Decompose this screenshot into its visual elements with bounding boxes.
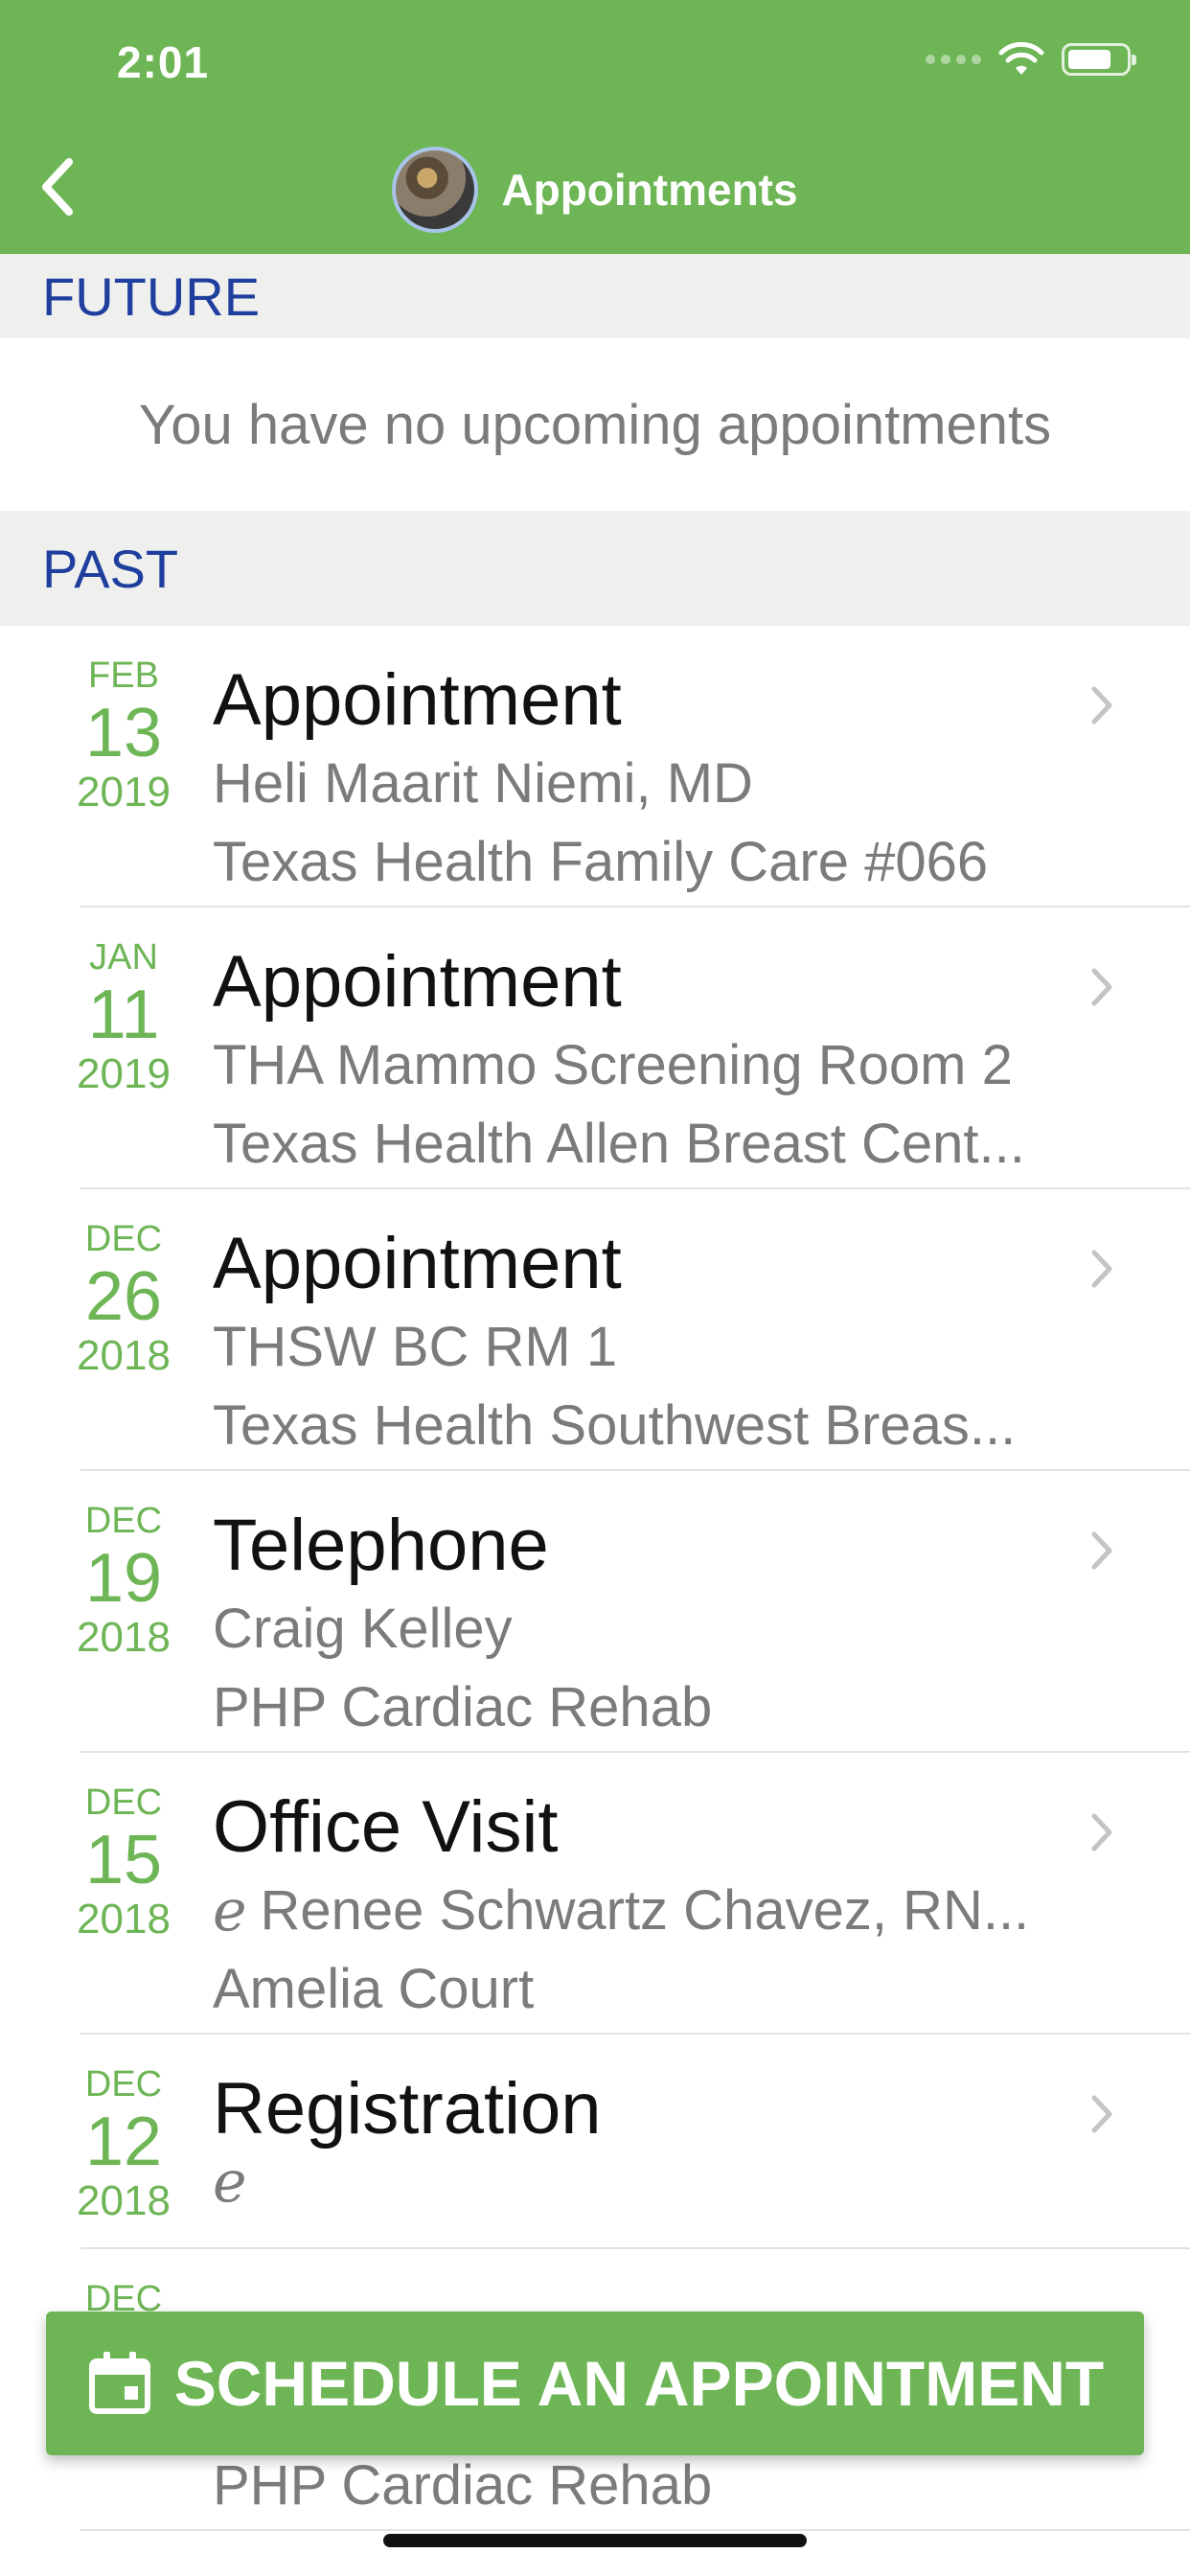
appointment-provider: THSW BC RM 1: [213, 1316, 618, 1378]
wifi-icon: [998, 42, 1044, 75]
date-month: DEC: [84, 1501, 163, 1541]
appointment-row[interactable]: DEC 15 2018 Office Visit e Renee Schwart…: [0, 1753, 1190, 2035]
date-day: 12: [84, 2104, 163, 2180]
schedule-button-label: SCHEDULE AN APPOINTMENT: [173, 2348, 1105, 2419]
chevron-right-icon: [1091, 1813, 1112, 1852]
app-header: 2:01 Appointments: [0, 0, 1190, 254]
date-day: 11: [87, 977, 160, 1053]
chevron-right-icon: [1091, 968, 1112, 1006]
schedule-appointment-button[interactable]: SCHEDULE AN APPOINTMENT: [46, 2312, 1144, 2455]
section-header-past: PAST: [0, 511, 1190, 626]
date-year: 2019: [77, 769, 171, 816]
status-time: 2:01: [117, 37, 210, 87]
date-month: DEC: [84, 1219, 163, 1259]
nav-title-group: Appointments: [0, 144, 1190, 236]
date-year: 2018: [77, 1332, 171, 1379]
appointment-provider: Craig Kelley: [213, 1598, 513, 1660]
chevron-right-icon: [1091, 1531, 1112, 1570]
appointment-type: Registration: [213, 2068, 602, 2150]
appointment-date: DEC 12 2018: [71, 2063, 176, 2224]
appointment-row[interactable]: FEB 13 2019 Appointment Heli Maarit Niem…: [0, 626, 1190, 908]
calendar-icon: [88, 2352, 150, 2414]
page-title: Appointments: [501, 165, 798, 215]
date-day: 26: [84, 1258, 163, 1335]
appointment-location: Texas Health Allen Breast Cent...: [213, 1113, 1025, 1175]
appointment-date: DEC 26 2018: [71, 1218, 176, 1379]
appointment-type: Appointment: [213, 659, 622, 741]
chevron-right-icon: [1091, 686, 1112, 724]
home-indicator[interactable]: [383, 2534, 807, 2547]
appointment-row[interactable]: DEC 12 2018 Registration e: [0, 2035, 1190, 2249]
e-visit-icon: e: [213, 2153, 247, 2211]
appointment-location: PHP Cardiac Rehab: [213, 1676, 713, 1738]
appointment-row[interactable]: JAN 11 2019 Appointment THA Mammo Screen…: [0, 908, 1190, 1189]
appointment-date: DEC 15 2018: [71, 1782, 176, 1943]
date-year: 2018: [77, 2177, 171, 2224]
appointment-type: Telephone: [213, 1505, 549, 1586]
date-day: 19: [84, 1540, 163, 1617]
appointment-date: DEC 19 2018: [71, 1500, 176, 1661]
past-appointments-list: FEB 13 2019 Appointment Heli Maarit Niem…: [0, 626, 1190, 2531]
avatar: [392, 147, 479, 233]
appointment-location: Amelia Court: [213, 1958, 535, 2020]
date-month: JAN: [89, 937, 158, 978]
e-visit-icon: e: [213, 1877, 247, 1944]
date-day: 15: [84, 1822, 163, 1898]
date-year: 2019: [77, 1050, 171, 1097]
battery-icon: [1062, 43, 1136, 76]
appointment-date: FEB 13 2019: [71, 655, 176, 816]
section-header-future: FUTURE: [0, 254, 1190, 338]
empty-upcoming-message: You have no upcoming appointments: [138, 393, 1052, 456]
chevron-right-icon: [1091, 1250, 1112, 1288]
date-year: 2018: [77, 1896, 171, 1943]
appointment-provider: Heli Maarit Niemi, MD: [213, 752, 753, 815]
appointment-date: JAN 11 2019: [71, 936, 176, 1097]
date-month: DEC: [84, 1782, 163, 1823]
appointment-row[interactable]: DEC 19 2018 Telephone Craig Kelley PHP C…: [0, 1471, 1190, 1753]
chevron-right-icon: [1091, 2095, 1112, 2133]
signal-icon: [926, 55, 981, 64]
status-icons: [926, 42, 1136, 77]
date-year: 2018: [77, 1614, 171, 1661]
date-month: DEC: [84, 2064, 163, 2104]
date-day: 13: [84, 695, 163, 771]
appointment-provider-row: e Renee Schwartz Chavez, RN...: [213, 1872, 1056, 1950]
appointment-type: Appointment: [213, 941, 622, 1023]
appointment-provider-row: e: [213, 2153, 1056, 2211]
appointment-row[interactable]: DEC 26 2018 Appointment THSW BC RM 1 Tex…: [0, 1189, 1190, 1471]
date-month: FEB: [88, 656, 159, 696]
appointment-location: Texas Health Family Care #066: [213, 831, 989, 893]
appointment-location: PHP Cardiac Rehab: [213, 2454, 713, 2517]
appointment-type: Appointment: [213, 1223, 622, 1304]
appointment-type: Office Visit: [213, 1786, 559, 1868]
appointment-provider: Renee Schwartz Chavez, RN...: [260, 1879, 1030, 1942]
appointment-location: Texas Health Southwest Breas...: [213, 1394, 1017, 1457]
row-divider: [80, 2529, 1190, 2531]
appointment-provider: THA Mammo Screening Room 2: [213, 1034, 1013, 1096]
